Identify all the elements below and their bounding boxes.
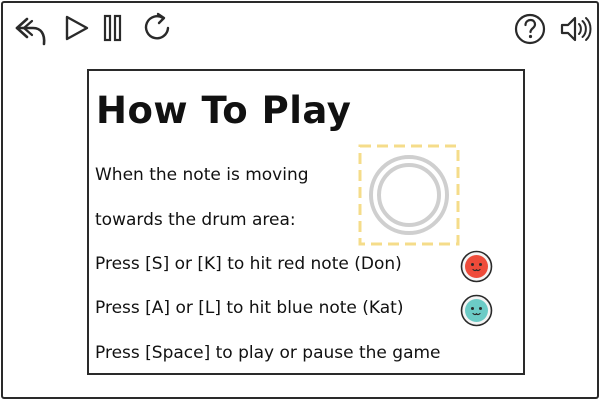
how-to-play-panel: How To Play When the note is moving towa…	[87, 69, 525, 375]
instruction-line-blue-note: Press [A] or [L] to hit blue note (Kat)	[95, 298, 404, 318]
instruction-line-red-note: Press [S] or [K] to hit red note (Don)	[95, 254, 402, 274]
restart-icon[interactable]	[141, 11, 173, 43]
instruction-line-2: towards the drum area:	[95, 210, 296, 230]
game-frame: How To Play When the note is moving towa…	[1, 1, 599, 399]
red-note-don-icon	[460, 250, 493, 283]
panel-title: How To Play	[96, 89, 352, 132]
drum-area-target	[358, 144, 460, 246]
instruction-line-1: When the note is moving	[95, 165, 309, 185]
play-icon[interactable]	[63, 13, 91, 43]
blue-note-kat-icon	[460, 294, 493, 327]
instruction-line-pause: Press [Space] to play or pause the game	[95, 343, 441, 363]
back-arrow-icon[interactable]	[13, 13, 49, 47]
pause-icon[interactable]	[102, 13, 124, 43]
help-icon[interactable]	[513, 12, 547, 46]
speaker-icon[interactable]	[558, 13, 594, 45]
